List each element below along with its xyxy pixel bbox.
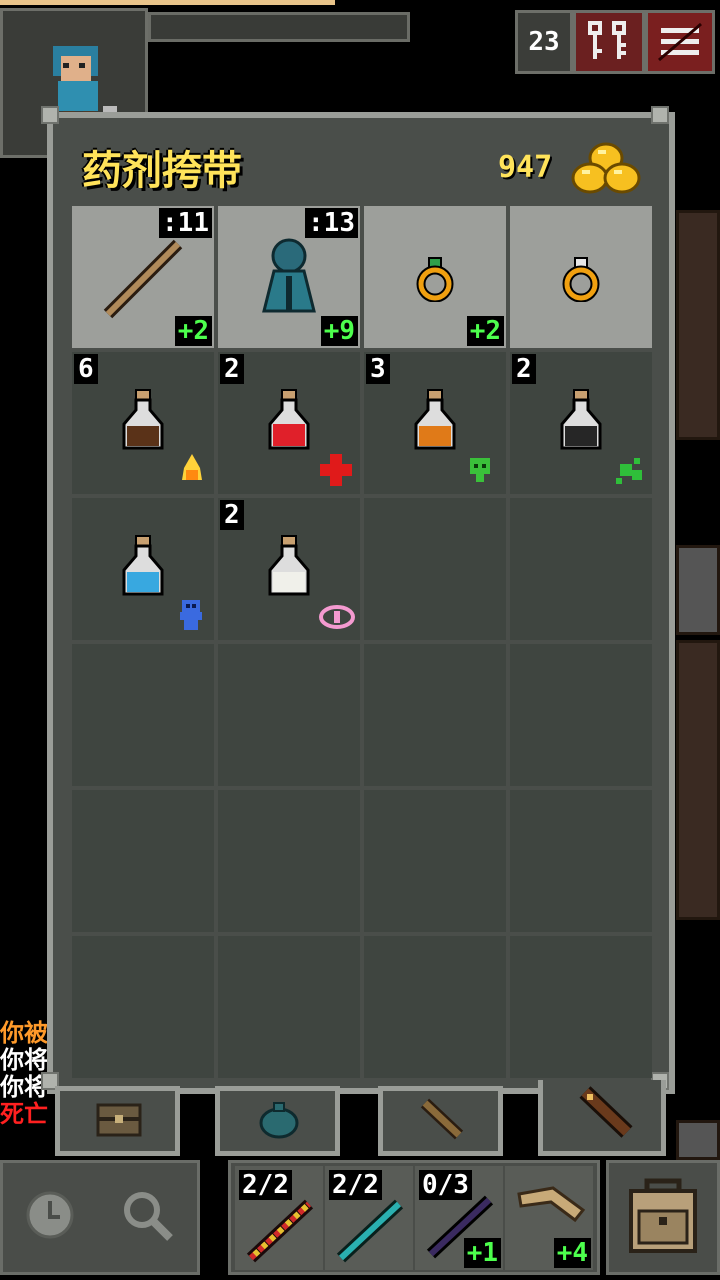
log-line: 你被 — [0, 1019, 48, 1047]
ring-white-icon — [562, 257, 600, 302]
experience-bar — [0, 0, 335, 5]
slot-armor[interactable]: :13 +9 — [218, 206, 360, 348]
item-quantity: 6 — [74, 354, 98, 384]
dungeon-door — [676, 545, 720, 635]
menu-icon — [658, 22, 702, 62]
slot-weapon[interactable]: :11 +2 — [72, 206, 214, 348]
slot-empty[interactable] — [72, 644, 214, 786]
slot-empty[interactable] — [218, 644, 360, 786]
depth-indicator[interactable]: 23 — [515, 10, 573, 74]
potion-white-icon — [268, 535, 310, 596]
quickslot-3[interactable]: 0/3 +1 — [415, 1166, 503, 1270]
slot-potion[interactable]: 3 — [364, 352, 506, 494]
slot-empty[interactable] — [72, 790, 214, 932]
tab-backpack[interactable] — [55, 1086, 180, 1156]
staff-icon — [103, 239, 183, 319]
bag-title: 药剂挎带 — [82, 148, 242, 194]
slot-potion[interactable]: 2 — [218, 498, 360, 640]
slot-potion[interactable]: 2 — [218, 352, 360, 494]
status-plate — [148, 12, 410, 42]
item-quantity: 2 — [220, 500, 244, 530]
frost-icon — [180, 600, 202, 630]
dungeon-wall — [676, 640, 720, 920]
item-charges: :13 — [305, 208, 358, 238]
cloak-icon — [262, 238, 316, 313]
tab-scroll-holder[interactable] — [378, 1086, 503, 1156]
backpack-icon — [629, 1178, 697, 1253]
quickslot-level: +1 — [463, 1238, 501, 1268]
slot-empty[interactable] — [218, 790, 360, 932]
log-line: 你将 — [0, 1046, 48, 1074]
heal-cross-icon — [320, 454, 352, 486]
slot-empty[interactable] — [364, 498, 506, 640]
boomerang-icon — [517, 1186, 586, 1223]
depth-value: 23 — [528, 27, 560, 57]
wait-button[interactable] — [18, 1180, 82, 1250]
slot-potion[interactable]: 6 — [72, 352, 214, 494]
dungeon-wall — [676, 210, 720, 440]
window-corner — [651, 106, 669, 124]
backpack-button[interactable] — [606, 1160, 720, 1275]
seed-pouch-icon — [259, 1102, 299, 1139]
potion-brown-icon — [122, 389, 164, 450]
potion-red-icon — [268, 389, 310, 450]
search-button[interactable] — [112, 1180, 182, 1250]
wand-fire-icon — [246, 1199, 314, 1263]
potion-cyan-icon — [122, 535, 164, 596]
item-quantity: 2 — [220, 354, 244, 384]
clock-icon — [26, 1191, 74, 1239]
log-line: 死亡 — [0, 1100, 48, 1128]
item-level: +2 — [466, 316, 504, 346]
toxic-skull-icon — [470, 458, 490, 482]
window-corner — [41, 106, 59, 124]
gold-pile-icon — [571, 142, 641, 194]
gold-amount: 947 — [498, 150, 553, 185]
slot-empty[interactable] — [510, 790, 652, 932]
item-quantity: 3 — [366, 354, 390, 384]
chest-icon — [96, 1103, 142, 1137]
slot-empty[interactable] — [364, 936, 506, 1078]
slot-empty[interactable] — [510, 644, 652, 786]
item-quantity: 2 — [512, 354, 536, 384]
keys-icon — [588, 21, 626, 59]
slot-empty[interactable] — [510, 936, 652, 1078]
tab-seed-pouch[interactable] — [215, 1086, 340, 1156]
slot-empty[interactable] — [364, 644, 506, 786]
quickslot-4[interactable]: +4 — [505, 1166, 593, 1270]
ring-green-icon — [416, 257, 454, 302]
slot-empty[interactable] — [364, 790, 506, 932]
quickslot-level: +4 — [553, 1238, 591, 1268]
splash-icon — [616, 458, 642, 484]
dungeon-wall — [676, 1120, 720, 1160]
wand-frost-icon — [336, 1199, 404, 1263]
vision-eye-icon — [319, 605, 355, 629]
scroll-holder-icon — [420, 1098, 464, 1140]
potion-dark-icon — [560, 389, 602, 450]
quickslot-2[interactable]: 2/2 — [325, 1166, 413, 1270]
slot-ring[interactable]: +2 — [364, 206, 506, 348]
slot-empty[interactable] — [72, 936, 214, 1078]
tab-potion-bandolier[interactable] — [538, 1080, 666, 1156]
inventory-grid: :11 +2 :13 +9 +2 6 2 3 2 2 — [72, 206, 652, 1078]
slot-empty[interactable] — [218, 936, 360, 1078]
slot-potion[interactable]: 2 — [510, 352, 652, 494]
bandolier-icon — [579, 1086, 633, 1138]
quickslot-1[interactable]: 2/2 — [235, 1166, 323, 1270]
slot-potion[interactable] — [72, 498, 214, 640]
slot-ring[interactable] — [510, 206, 652, 348]
potion-orange-icon — [414, 389, 456, 450]
journal-button[interactable] — [573, 10, 645, 74]
slot-empty[interactable] — [510, 498, 652, 640]
item-level: +2 — [174, 316, 212, 346]
search-icon — [124, 1192, 173, 1241]
item-level: +9 — [320, 316, 358, 346]
flame-icon — [182, 454, 202, 480]
menu-button[interactable] — [645, 10, 715, 74]
